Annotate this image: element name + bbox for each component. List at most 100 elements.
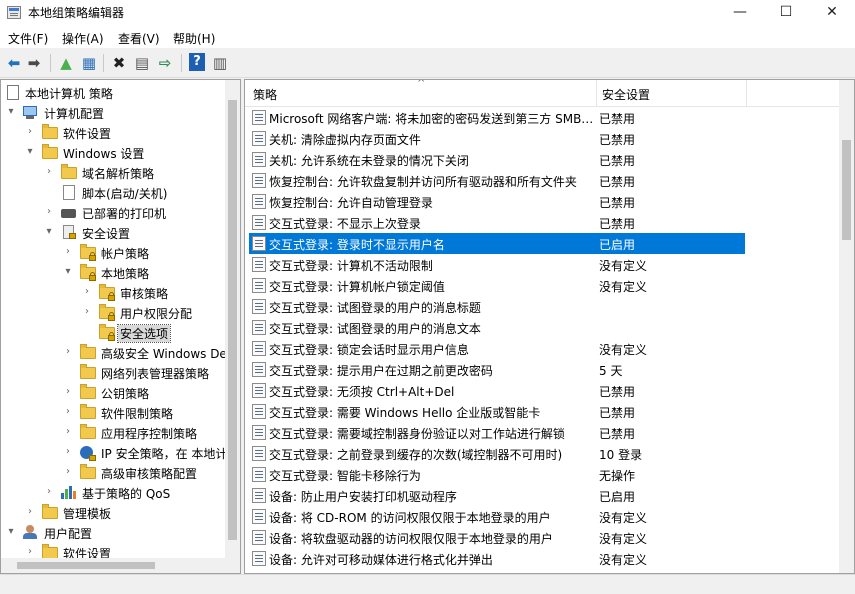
tree-item[interactable]: › 高级安全 Windows De [1,343,227,363]
tree-item[interactable]: › 高级审核策略配置 [1,463,227,483]
expand-arrow-icon[interactable]: › [62,245,74,259]
policy-row[interactable]: 关机: 允许系统在未登录的情况下关闭 已禁用 [249,149,745,170]
help-button[interactable]: ? [187,53,207,73]
policy-name: 交互式登录: 之前登录到缓存的次数(域控制器不可用时) [269,448,563,462]
tree-item[interactable]: ▾ 本地策略 [1,263,227,283]
tree-item[interactable]: 网络列表管理器策略 [1,363,227,383]
policy-row[interactable]: 交互式登录: 智能卡移除行为 无操作 [249,464,745,485]
tree-item[interactable]: 安全选项 [1,323,227,343]
tree-item[interactable]: › 域名解析策略 [1,163,227,183]
collapse-arrow-icon[interactable]: ▾ [5,525,17,539]
tree-item[interactable]: › 审核策略 [1,283,227,303]
tree-item[interactable]: › 用户权限分配 [1,303,227,323]
policy-row[interactable]: 交互式登录: 需要 Windows Hello 企业版或智能卡 已禁用 [249,401,745,422]
policy-row[interactable]: 交互式登录: 之前登录到缓存的次数(域控制器不可用时) 10 登录 [249,443,745,464]
policy-list[interactable]: 策略 ^ 安全设置 Microsoft 网络客户端: 将未加密的密码发送到第三方… [244,79,855,574]
column-policy[interactable]: 策略 [253,86,277,103]
collapse-arrow-icon[interactable]: ▾ [43,225,55,239]
policy-row[interactable]: 设备: 将 CD-ROM 的访问权限仅限于本地登录的用户 没有定义 [249,506,745,527]
column-divider[interactable] [596,80,597,106]
policy-row[interactable]: 交互式登录: 试图登录的用户的消息标题 [249,296,745,317]
policy-item-icon [252,488,266,503]
expand-arrow-icon[interactable]: › [62,465,74,479]
policy-name: 设备: 将 CD-ROM 的访问权限仅限于本地登录的用户 [269,511,551,525]
expand-arrow-icon[interactable]: › [81,285,93,299]
tree-item[interactable]: 本地计算机 策略 [1,83,227,103]
properties-button[interactable]: ▤ [132,53,152,73]
menu-help[interactable]: 帮助(H) [173,30,215,47]
expand-arrow-icon[interactable]: › [43,205,55,219]
policy-row[interactable]: 交互式登录: 试图登录的用户的消息文本 [249,317,745,338]
policy-row[interactable]: 交互式登录: 提示用户在过期之前更改密码 5 天 [249,359,745,380]
tree-item[interactable]: › 管理模板 [1,503,227,523]
tree-item[interactable]: › 软件设置 [1,123,227,143]
policy-row[interactable]: 设备: 允许对可移动媒体进行格式化并弹出 没有定义 [249,548,745,569]
policy-row[interactable]: 交互式登录: 计算机不活动限制 没有定义 [249,254,745,275]
expand-arrow-icon[interactable]: › [62,445,74,459]
policy-row[interactable]: 交互式登录: 无须按 Ctrl+Alt+Del 已禁用 [249,380,745,401]
back-button[interactable]: ⬅ [4,53,24,73]
tree-item-label: 本地策略 [101,267,150,281]
policy-row[interactable]: 设备: 将软盘驱动器的访问权限仅限于本地登录的用户 没有定义 [249,527,745,548]
policy-row[interactable]: 交互式登录: 不显示上次登录 已禁用 [249,212,745,233]
expand-arrow-icon[interactable]: › [81,305,93,319]
expand-arrow-icon[interactable]: › [62,405,74,419]
view-button[interactable]: ▥ [210,53,230,73]
expand-arrow-icon[interactable]: › [24,545,36,559]
tree-item[interactable]: 脚本(启动/关机) [1,183,227,203]
policy-row[interactable]: 恢复控制台: 允许自动管理登录 已禁用 [249,191,745,212]
expand-arrow-icon[interactable]: › [24,125,36,139]
tree-item[interactable]: › 已部署的打印机 [1,203,227,223]
column-divider[interactable] [746,80,747,106]
expand-arrow-icon[interactable]: › [62,385,74,399]
policy-row[interactable]: 恢复控制台: 允许软盘复制并访问所有驱动器和所有文件夹 已禁用 [249,170,745,191]
console-tree[interactable]: 本地计算机 策略 ▾ 计算机配置 › 软件设置 ▾ Windows 设置 › 域名解析策略 脚本(… [0,79,241,574]
menu-action[interactable]: 操作(A) [62,30,104,47]
expand-arrow-icon[interactable]: › [62,345,74,359]
policy-row[interactable]: 交互式登录: 登录时不显示用户名 已启用 [249,233,745,254]
menu-view[interactable]: 查看(V) [118,30,160,47]
policy-row[interactable]: 交互式登录: 需要域控制器身份验证以对工作站进行解锁 已禁用 [249,422,745,443]
collapse-arrow-icon[interactable]: ▾ [24,145,36,159]
minimize-button[interactable]: — [717,0,763,26]
tree-item[interactable]: ▾ Windows 设置 [1,143,227,163]
forward-button[interactable]: ➡ [24,53,44,73]
expand-arrow-icon[interactable]: › [43,165,55,179]
tree-hscroll-thumb[interactable] [17,562,155,569]
tree-scroll-thumb[interactable] [228,100,237,540]
tree-item[interactable]: ▾ 计算机配置 [1,103,227,123]
policy-name: 恢复控制台: 允许自动管理登录 [269,196,433,210]
expand-arrow-icon[interactable]: › [62,425,74,439]
export-button[interactable]: ⇨ [155,53,175,73]
tree-item[interactable]: › IP 安全策略，在 本地计 [1,443,227,463]
policy-row[interactable]: Microsoft 网络客户端: 将未加密的密码发送到第三方 SMB… 已禁用 [249,107,745,128]
toolbar-separator [181,54,182,72]
policy-row[interactable]: 交互式登录: 计算机帐户锁定阈值 没有定义 [249,275,745,296]
tree-item[interactable]: › 帐户策略 [1,243,227,263]
tree-item[interactable]: › 公钥策略 [1,383,227,403]
column-security-setting[interactable]: 安全设置 [602,86,650,103]
delete-button[interactable]: ✖ [109,53,129,73]
expand-arrow-icon[interactable]: › [43,485,55,499]
show-hide-tree-button[interactable]: ▦ [79,53,99,73]
tree-horizontal-scrollbar[interactable] [1,558,240,573]
list-scroll-thumb[interactable] [842,140,851,240]
up-folder-button[interactable]: ▲ [56,53,76,73]
tree-vertical-scrollbar[interactable] [225,80,240,560]
tree-item[interactable]: ▾ 用户配置 [1,523,227,543]
tree-item[interactable]: › 软件限制策略 [1,403,227,423]
tree-item[interactable]: › 应用程序控制策略 [1,423,227,443]
close-button[interactable]: ✕ [809,0,855,26]
policy-row[interactable]: 设备: 防止用户安装打印机驱动程序 已启用 [249,485,745,506]
list-vertical-scrollbar[interactable] [839,80,854,573]
qos-chart-icon [61,485,77,501]
collapse-arrow-icon[interactable]: ▾ [5,105,17,119]
maximize-button[interactable]: ☐ [763,0,809,26]
expand-arrow-icon[interactable]: › [24,505,36,519]
collapse-arrow-icon[interactable]: ▾ [62,265,74,279]
tree-item[interactable]: › 基于策略的 QoS [1,483,227,503]
tree-item[interactable]: ▾ 安全设置 [1,223,227,243]
policy-row[interactable]: 交互式登录: 锁定会话时显示用户信息 没有定义 [249,338,745,359]
menu-file[interactable]: 文件(F) [8,30,48,47]
policy-row[interactable]: 关机: 清除虚拟内存页面文件 已禁用 [249,128,745,149]
